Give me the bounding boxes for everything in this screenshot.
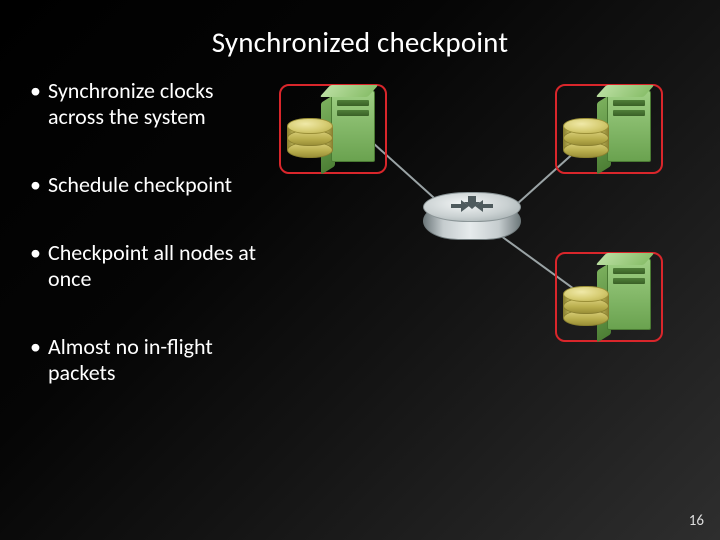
bullet-item: Schedule checkpoint <box>30 172 268 198</box>
server-node <box>555 84 663 174</box>
network-diagram <box>275 84 705 344</box>
bullet-item: Synchronize clocks across the system <box>30 78 268 130</box>
bullet-item: Almost no in-flight packets <box>30 334 268 386</box>
server-node <box>279 84 387 174</box>
router-icon <box>423 192 521 248</box>
database-disk-icon <box>563 118 609 162</box>
database-disk-icon <box>287 118 333 162</box>
page-number: 16 <box>689 512 704 530</box>
bullet-item: Checkpoint all nodes at once <box>30 240 268 292</box>
slide-title: Synchronized checkpoint <box>0 0 720 60</box>
router-arrows-icon <box>449 194 495 218</box>
database-disk-icon <box>563 286 609 330</box>
server-node <box>555 252 663 342</box>
bullet-list: Synchronize clocks across the system Sch… <box>18 78 268 428</box>
